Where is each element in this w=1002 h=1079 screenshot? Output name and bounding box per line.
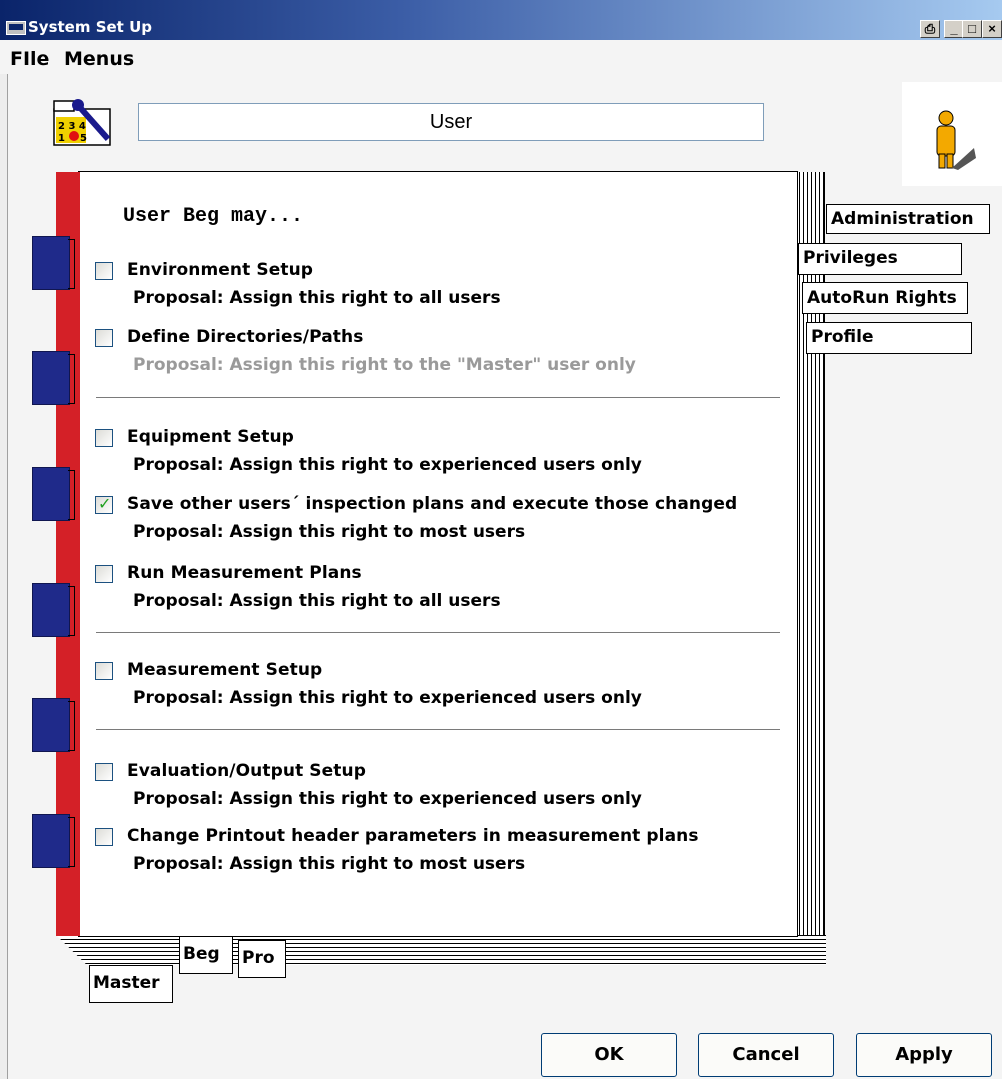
checkbox[interactable] (95, 662, 113, 680)
menu-file[interactable]: FIle (10, 48, 49, 70)
ok-button[interactable]: OK (541, 1033, 677, 1077)
user-name-field[interactable]: User (138, 103, 764, 141)
checkbox[interactable] (95, 763, 113, 781)
tab-beg[interactable]: Beg (179, 936, 233, 974)
privilege-label: Environment Setup (127, 260, 314, 280)
window-frame (0, 74, 8, 1079)
privilege-label: Run Measurement Plans (127, 563, 362, 583)
tab-pro[interactable]: Pro (238, 940, 286, 978)
close-button[interactable]: × (982, 20, 1002, 38)
proposal-text: Proposal: Assign this right to most user… (133, 854, 526, 874)
privilege-label: Define Directories/Paths (127, 327, 364, 347)
binder-ring (32, 698, 75, 752)
minimize-button[interactable]: _ (944, 20, 964, 38)
person-icon (936, 110, 976, 170)
privilege-label: Equipment Setup (127, 427, 294, 447)
proposal-text: Proposal: Assign this right to all users (133, 591, 501, 611)
proposal-text: Proposal: Assign this right to all users (133, 288, 501, 308)
page-heading: User Beg may... (123, 205, 304, 228)
apply-button[interactable]: Apply (856, 1033, 992, 1077)
svg-text:2 3 4: 2 3 4 (58, 121, 86, 132)
tab-profile[interactable]: Profile (806, 322, 972, 354)
tab-autorun-rights[interactable]: AutoRun Rights (802, 282, 968, 314)
print-icon[interactable]: ⎙ (920, 20, 940, 38)
proposal-text: Proposal: Assign this right to experienc… (133, 688, 642, 708)
binder-ring (32, 351, 75, 405)
checkbox[interactable] (95, 429, 113, 447)
menu-menus[interactable]: Menus (64, 48, 134, 70)
privilege-label: Change Printout header parameters in mea… (127, 826, 699, 846)
binder-ring (32, 814, 75, 868)
binder-ring (32, 583, 75, 637)
binder-ring (32, 467, 75, 521)
privilege-label: Save other users´ inspection plans and e… (127, 494, 738, 514)
checkbox[interactable] (95, 329, 113, 347)
binder-ring (32, 236, 75, 290)
title-bar: System Set Up ⎙ _ □ × (0, 0, 1002, 40)
tab-administration[interactable]: Administration (826, 204, 990, 234)
window-title: System Set Up (28, 18, 152, 36)
checkbox[interactable] (95, 565, 113, 583)
notebook-page (78, 171, 798, 937)
proposal-text: Proposal: Assign this right to experienc… (133, 789, 642, 809)
app-window-icon (6, 21, 26, 35)
tab-privileges[interactable]: Privileges (798, 243, 962, 275)
tab-master[interactable]: Master (89, 965, 173, 1003)
tool-settings-icon: 2 3 4 1 5 (53, 99, 111, 146)
cancel-button[interactable]: Cancel (698, 1033, 834, 1077)
privilege-label: Measurement Setup (127, 660, 323, 680)
divider (96, 397, 780, 398)
checkbox-checked[interactable] (95, 494, 113, 514)
privilege-label: Evaluation/Output Setup (127, 761, 366, 781)
checkbox[interactable] (95, 828, 113, 846)
page-stack-bottom (56, 935, 826, 965)
proposal-text: Proposal: Assign this right to experienc… (133, 455, 642, 475)
proposal-text: Proposal: Assign this right to the "Mast… (133, 355, 636, 375)
maximize-button[interactable]: □ (962, 20, 982, 38)
proposal-text: Proposal: Assign this right to most user… (133, 522, 526, 542)
divider (96, 632, 780, 633)
checkbox[interactable] (95, 262, 113, 280)
svg-text:1: 1 (58, 133, 65, 144)
divider (96, 729, 780, 730)
svg-text:5: 5 (80, 133, 87, 144)
